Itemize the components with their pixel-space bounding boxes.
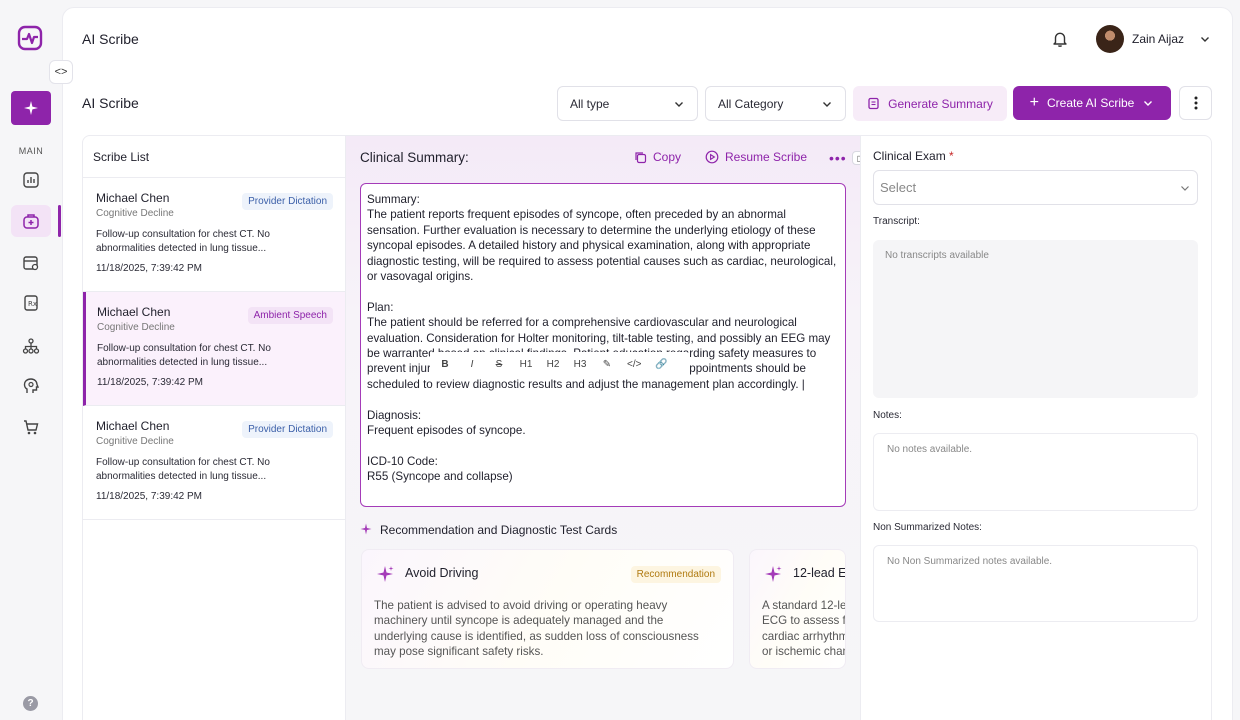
summary-editor[interactable]: Summary: The patient reports frequent ep… bbox=[360, 183, 846, 507]
clinical-exam-label: Clinical Exam * bbox=[873, 149, 954, 163]
heading3-icon[interactable]: H3 bbox=[573, 359, 587, 370]
type-filter-value: All type bbox=[570, 96, 610, 111]
resume-scribe-label: Resume Scribe bbox=[725, 150, 808, 164]
clinical-exam-select[interactable]: Select bbox=[873, 170, 1198, 205]
svg-text:Rx: Rx bbox=[28, 300, 37, 308]
category-filter-value: All Category bbox=[718, 96, 784, 111]
copy-icon bbox=[635, 151, 647, 163]
mental-health-icon[interactable] bbox=[19, 374, 43, 398]
transcript-box: No transcripts available bbox=[873, 240, 1198, 398]
status-badge: Recommendation bbox=[630, 566, 721, 583]
app-title: AI Scribe bbox=[82, 31, 139, 47]
recommendations-heading: Recommendation and Diagnostic Test Cards bbox=[380, 523, 618, 537]
copy-label: Copy bbox=[653, 150, 682, 164]
copy-button[interactable]: Copy bbox=[634, 150, 681, 164]
play-circle-icon bbox=[705, 150, 719, 164]
generate-summary-label: Generate Summary bbox=[888, 96, 993, 111]
ai-sparkle-button[interactable] bbox=[11, 91, 51, 125]
help-icon[interactable]: ? bbox=[23, 696, 38, 711]
scribe-list-heading: Scribe List bbox=[83, 136, 345, 178]
heading1-icon[interactable]: H1 bbox=[519, 359, 533, 370]
type-filter-select[interactable]: All type bbox=[557, 86, 698, 121]
analytics-icon[interactable] bbox=[19, 168, 43, 192]
non-summarized-label: Non Summarized Notes: bbox=[873, 522, 982, 533]
kebab-menu-icon bbox=[1194, 96, 1197, 110]
code-icon[interactable]: </> bbox=[627, 359, 641, 370]
cart-icon[interactable] bbox=[19, 415, 43, 439]
bell-icon[interactable] bbox=[1051, 30, 1069, 48]
status-badge: Provider Dictation bbox=[242, 193, 333, 210]
notes-empty-text: No notes available. bbox=[887, 444, 973, 455]
left-rail: <> MAIN Rx ? bbox=[0, 0, 73, 720]
status-badge: Provider Dictation bbox=[242, 421, 333, 438]
sparkle-icon bbox=[377, 566, 394, 582]
create-ai-scribe-label: Create AI Scribe bbox=[1046, 96, 1135, 110]
italic-icon[interactable]: I bbox=[465, 359, 479, 370]
plus-icon: + bbox=[1029, 94, 1039, 111]
item-timestamp: 11/18/2025, 7:39:42 PM bbox=[97, 377, 204, 388]
chevron-down-icon[interactable] bbox=[1199, 33, 1211, 45]
prescription-icon[interactable]: Rx bbox=[19, 291, 43, 315]
non-summarized-box[interactable]: No Non Summarized notes available. bbox=[873, 545, 1198, 622]
notes-box[interactable]: No notes available. bbox=[873, 433, 1198, 511]
strikethrough-icon[interactable]: S bbox=[492, 359, 506, 370]
sparkle-icon bbox=[360, 523, 372, 535]
calendar-settings-icon[interactable] bbox=[19, 251, 43, 275]
clinical-exam-label-text: Clinical Exam bbox=[873, 149, 946, 163]
create-ai-scribe-button[interactable]: + Create AI Scribe bbox=[1013, 86, 1171, 120]
transcript-empty-text: No transcripts available bbox=[885, 250, 989, 261]
hierarchy-icon[interactable] bbox=[19, 334, 43, 358]
card-title: Avoid Driving bbox=[405, 566, 479, 580]
item-description: Follow-up consultation for chest CT. No … bbox=[97, 343, 271, 368]
generate-summary-button[interactable]: Generate Summary bbox=[853, 86, 1007, 121]
more-options-button[interactable] bbox=[1179, 86, 1212, 120]
active-indicator bbox=[58, 205, 61, 237]
chevron-down-icon bbox=[675, 101, 683, 107]
chevron-down-icon bbox=[823, 101, 831, 107]
card-body: The patient is advised to avoid driving … bbox=[374, 599, 699, 659]
medical-bag-icon[interactable] bbox=[11, 205, 51, 237]
avatar[interactable] bbox=[1096, 25, 1124, 53]
resume-scribe-button[interactable]: Resume Scribe bbox=[705, 150, 807, 164]
item-timestamp: 11/18/2025, 7:39:42 PM bbox=[96, 263, 203, 274]
bold-icon[interactable]: B bbox=[438, 359, 452, 370]
pen-icon[interactable]: ✎ bbox=[600, 359, 614, 370]
user-name[interactable]: Zain Aijaz bbox=[1132, 32, 1184, 46]
heading2-icon[interactable]: H2 bbox=[546, 359, 560, 370]
sparkle-icon bbox=[24, 101, 38, 115]
recommendation-card[interactable]: Avoid Driving Recommendation The patient… bbox=[361, 549, 734, 669]
select-placeholder: Select bbox=[880, 180, 917, 195]
clinical-summary-title: Clinical Summary: bbox=[360, 150, 469, 165]
format-toolbar: B I S H1 H2 H3 ✎ </> 🔗 bbox=[430, 352, 690, 376]
recommendation-card[interactable]: 12-lead ECG A standard 12-lead ECG to as… bbox=[749, 549, 846, 669]
page-title: AI Scribe bbox=[82, 95, 139, 111]
required-mark: * bbox=[949, 149, 954, 163]
app-logo-icon[interactable] bbox=[17, 25, 43, 51]
list-item[interactable]: Michael Chen Cognitive Decline Ambient S… bbox=[83, 292, 345, 406]
category-filter-select[interactable]: All Category bbox=[705, 86, 846, 121]
non-summarized-empty-text: No Non Summarized notes available. bbox=[887, 556, 1053, 567]
link-icon[interactable]: 🔗 bbox=[654, 359, 668, 370]
card-title: 12-lead ECG bbox=[793, 566, 846, 580]
list-item[interactable]: Michael Chen Cognitive Decline Provider … bbox=[83, 406, 345, 520]
sparkle-icon bbox=[765, 566, 782, 582]
scribe-list: Scribe List Michael Chen Cognitive Decli… bbox=[82, 135, 346, 720]
transcript-label: Transcript: bbox=[873, 216, 920, 227]
notes-label: Notes: bbox=[873, 410, 902, 421]
document-icon bbox=[868, 97, 879, 110]
chevron-down-icon bbox=[1181, 185, 1189, 191]
item-description: Follow-up consultation for chest CT. No … bbox=[96, 229, 270, 254]
list-item[interactable]: Michael Chen Cognitive Decline Provider … bbox=[83, 178, 345, 292]
rail-section-label: MAIN bbox=[18, 146, 44, 156]
item-timestamp: 11/18/2025, 7:39:42 PM bbox=[96, 491, 203, 502]
collapse-toggle-icon[interactable]: <> bbox=[49, 60, 73, 84]
item-description: Follow-up consultation for chest CT. No … bbox=[96, 457, 270, 482]
more-horizontal-icon[interactable]: ••• bbox=[829, 150, 847, 166]
chevron-down-icon bbox=[1144, 101, 1153, 106]
card-body: A standard 12-lead ECG to assess for car… bbox=[762, 599, 846, 659]
status-badge: Ambient Speech bbox=[247, 307, 333, 324]
